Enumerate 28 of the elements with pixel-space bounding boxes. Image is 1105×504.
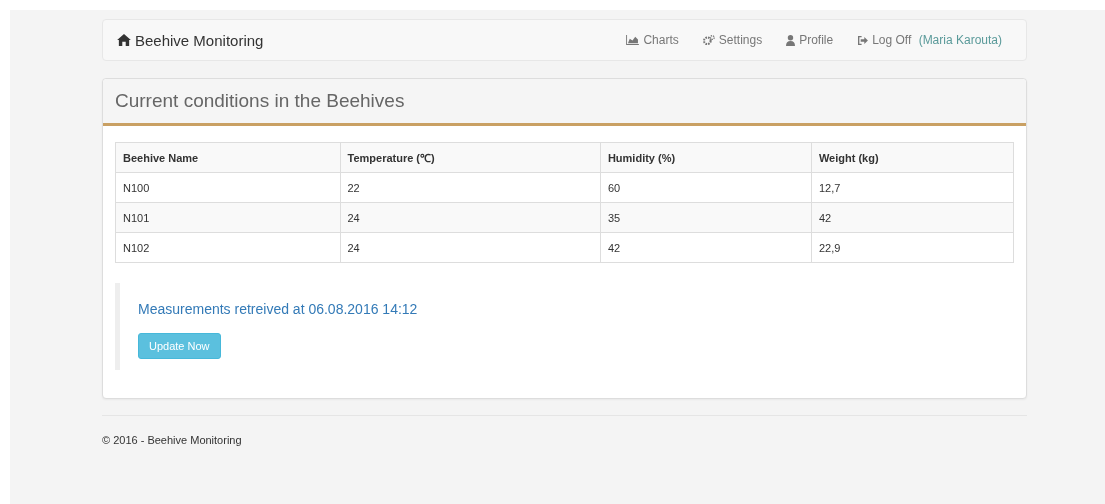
area-chart-icon: [626, 35, 640, 45]
footer-text: © 2016 - Beehive Monitoring: [102, 434, 243, 446]
table-cell: 24: [340, 202, 601, 233]
status-message: Measurements retreived at 06.08.2016 14:12: [138, 301, 419, 317]
table-cell: N102: [115, 232, 340, 263]
nav-link[interactable]: Log Off (Maria Karouta): [857, 33, 1002, 47]
table-cell: 42: [600, 232, 812, 263]
panel-title: Current conditions in the Beehives: [115, 90, 406, 112]
logout-icon: [857, 35, 869, 45]
table-cell: 60: [600, 172, 812, 203]
home-icon: [117, 34, 131, 46]
table-cell: 12,7: [811, 172, 1014, 203]
column-header: Humidity (%): [600, 142, 812, 173]
table-cell: 22,9: [811, 232, 1014, 263]
nav-link[interactable]: Settings: [702, 33, 763, 47]
table-cell: 35: [600, 202, 812, 233]
column-header: Temperature (℃): [340, 142, 601, 173]
brand-link[interactable]: Beehive Monitoring: [135, 31, 264, 49]
table-cell: 24: [340, 232, 601, 263]
table-cell: 42: [811, 202, 1014, 233]
nav-link[interactable]: Profile: [786, 33, 834, 47]
column-header: Weight (kg): [811, 142, 1014, 173]
table-cell: N101: [115, 202, 340, 233]
column-header: Beehive Name: [115, 142, 340, 173]
table-cell: 22: [340, 172, 601, 203]
table-cell: N100: [115, 172, 340, 203]
user-icon: [786, 34, 796, 46]
nav-link[interactable]: Charts: [626, 33, 679, 47]
